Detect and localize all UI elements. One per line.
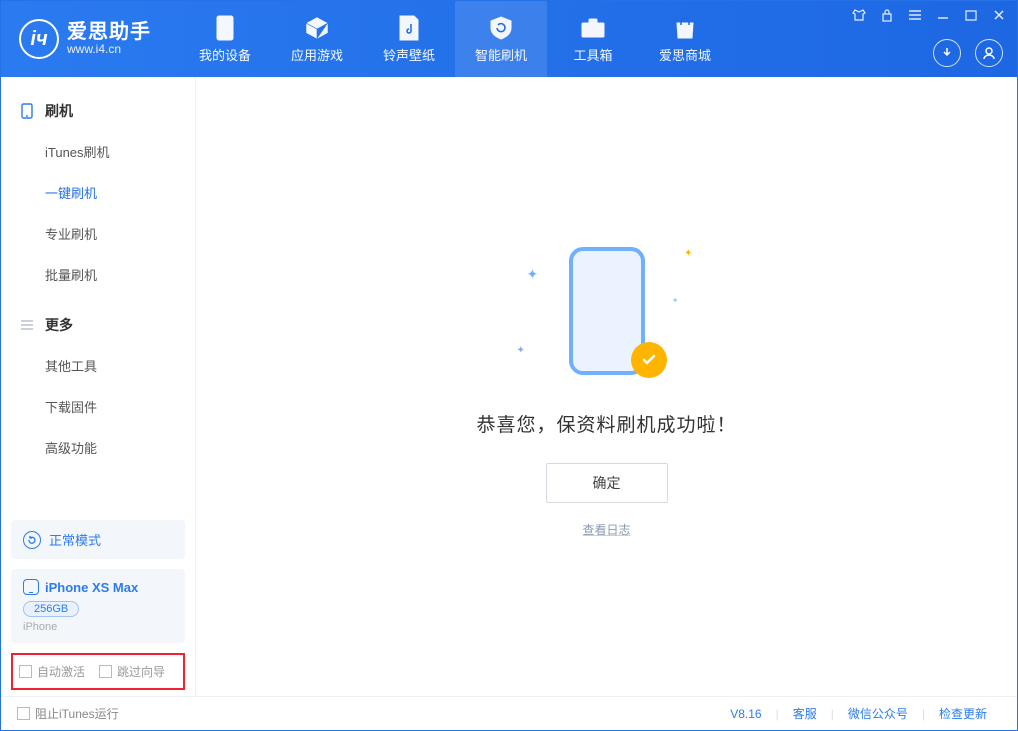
window-controls	[851, 7, 1007, 23]
checkbox-block-itunes[interactable]: 阻止iTunes运行	[17, 705, 119, 722]
app-window: iч 爱思助手 www.i4.cn 我的设备 应用游戏 铃声壁纸 智能刷机	[0, 0, 1018, 731]
main-content: ✦ ✦ ✦ ✦ 恭喜您，保资料刷机成功啦！ 确定 查看日志	[196, 77, 1017, 696]
wechat-link[interactable]: 微信公众号	[848, 705, 908, 722]
user-icon[interactable]	[975, 39, 1003, 67]
tab-label: 工具箱	[573, 45, 612, 64]
app-title: 爱思助手	[67, 21, 151, 43]
device-card[interactable]: iPhone XS Max 256GB iPhone	[11, 569, 185, 643]
phone-icon	[19, 103, 35, 119]
sidebar: 刷机 iTunes刷机 一键刷机 专业刷机 批量刷机 更多 其他工具 下载固件 …	[1, 77, 196, 696]
list-icon	[19, 317, 35, 333]
sidebar-item-download-firmware[interactable]: 下载固件	[1, 386, 195, 427]
sidebar-group-flash: 刷机	[1, 91, 195, 131]
sidebar-item-advanced[interactable]: 高级功能	[1, 427, 195, 468]
tab-label: 我的设备	[199, 45, 251, 64]
mode-icon	[23, 531, 41, 549]
checkbox-auto-activate[interactable]: 自动激活	[19, 663, 85, 680]
download-icon[interactable]	[933, 39, 961, 67]
tab-label: 铃声壁纸	[383, 45, 435, 64]
mode-card[interactable]: 正常模式	[11, 520, 185, 559]
sparkle-icon: ✦	[527, 266, 539, 283]
music-file-icon	[396, 15, 422, 41]
tab-toolbox[interactable]: 工具箱	[547, 1, 639, 77]
checkbox-skip-guide[interactable]: 跳过向导	[99, 663, 165, 680]
mode-label: 正常模式	[49, 530, 101, 549]
checkbox-label: 跳过向导	[117, 663, 165, 680]
checkbox-label: 自动激活	[37, 663, 85, 680]
checkbox-icon	[19, 665, 32, 678]
sidebar-item-pro-flash[interactable]: 专业刷机	[1, 213, 195, 254]
check-badge-icon	[631, 342, 667, 378]
minimize-icon[interactable]	[935, 7, 951, 23]
statusbar: 阻止iTunes运行 V8.16 | 客服 | 微信公众号 | 检查更新	[1, 696, 1017, 730]
titlebar: iч 爱思助手 www.i4.cn 我的设备 应用游戏 铃声壁纸 智能刷机	[1, 1, 1017, 77]
checkbox-label: 阻止iTunes运行	[35, 705, 119, 722]
tab-apps[interactable]: 应用游戏	[271, 1, 363, 77]
cube-icon	[304, 15, 330, 41]
logo-icon: iч	[19, 19, 59, 59]
menu-icon[interactable]	[907, 7, 923, 23]
success-message: 恭喜您，保资料刷机成功啦！	[476, 410, 736, 437]
checkbox-icon	[99, 665, 112, 678]
checkbox-icon	[17, 707, 30, 720]
device-name: iPhone XS Max	[23, 579, 173, 595]
tab-label: 智能刷机	[475, 45, 527, 64]
logo: iч 爱思助手 www.i4.cn	[1, 1, 171, 77]
group-label: 刷机	[45, 101, 73, 121]
support-link[interactable]: 客服	[793, 705, 817, 722]
tab-label: 应用游戏	[291, 45, 343, 64]
user-controls	[933, 39, 1003, 67]
sidebar-group-more: 更多	[1, 305, 195, 345]
lock-icon[interactable]	[879, 7, 895, 23]
tab-ringtones[interactable]: 铃声壁纸	[363, 1, 455, 77]
sparkle-icon: ✦	[672, 296, 679, 305]
tab-label: 爱思商城	[659, 45, 711, 64]
tab-store[interactable]: 爱思商城	[639, 1, 731, 77]
close-icon[interactable]	[991, 7, 1007, 23]
check-update-link[interactable]: 检查更新	[939, 705, 987, 722]
tab-my-device[interactable]: 我的设备	[179, 1, 271, 77]
device-icon	[212, 15, 238, 41]
group-label: 更多	[45, 315, 73, 335]
ok-button[interactable]: 确定	[546, 463, 668, 503]
bag-icon	[672, 15, 698, 41]
device-type: iPhone	[23, 621, 173, 633]
sparkle-icon: ✦	[517, 345, 525, 356]
device-phone-icon	[23, 579, 39, 595]
options-box: 自动激活 跳过向导	[11, 653, 185, 690]
tab-flash[interactable]: 智能刷机	[455, 1, 547, 77]
sidebar-item-itunes-flash[interactable]: iTunes刷机	[1, 131, 195, 172]
sidebar-item-other-tools[interactable]: 其他工具	[1, 345, 195, 386]
storage-badge: 256GB	[23, 601, 79, 617]
maximize-icon[interactable]	[963, 7, 979, 23]
shirt-icon[interactable]	[851, 7, 867, 23]
success-illustration: ✦ ✦ ✦ ✦	[507, 236, 707, 386]
version-label: V8.16	[730, 707, 761, 721]
toolbox-icon	[580, 15, 606, 41]
view-log-link[interactable]: 查看日志	[582, 521, 630, 538]
sparkle-icon: ✦	[684, 248, 692, 259]
app-subtitle: www.i4.cn	[67, 43, 151, 56]
sidebar-item-oneclick-flash[interactable]: 一键刷机	[1, 172, 195, 213]
refresh-shield-icon	[488, 15, 514, 41]
sidebar-item-batch-flash[interactable]: 批量刷机	[1, 254, 195, 295]
